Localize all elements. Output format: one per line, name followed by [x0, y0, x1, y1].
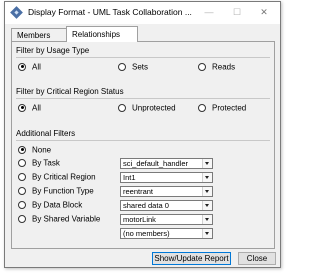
separator: [16, 98, 270, 99]
critical-protected-radio[interactable]: Protected: [198, 103, 246, 113]
window-title: Display Format - UML Task Collaboration …: [28, 7, 192, 17]
chevron-down-icon[interactable]: [202, 229, 212, 238]
close-window-button[interactable]: ✕: [254, 5, 274, 20]
relationships-panel: Filter by Usage Type All Sets Reads Filt…: [11, 41, 275, 249]
chevron-down-icon[interactable]: [202, 201, 212, 210]
filter-by-data-block-radio[interactable]: By Data Block: [18, 200, 82, 210]
show-update-report-button[interactable]: Show/Update Report: [152, 252, 231, 265]
filter-by-task-radio[interactable]: By Task: [18, 158, 60, 168]
title-bar[interactable]: Display Format - UML Task Collaboration …: [5, 2, 280, 24]
chevron-down-icon[interactable]: [202, 159, 212, 168]
usage-filter-label: Filter by Usage Type: [16, 46, 90, 55]
chevron-down-icon[interactable]: [202, 173, 212, 182]
usage-all-radio[interactable]: All: [18, 62, 41, 72]
additional-filters-label: Additional Filters: [16, 129, 76, 138]
critical-all-radio[interactable]: All: [18, 103, 41, 113]
usage-reads-radio[interactable]: Reads: [198, 62, 235, 72]
critical-filter-label: Filter by Critical Region Status: [16, 87, 124, 96]
filter-by-shared-variable-radio[interactable]: By Shared Variable: [18, 214, 100, 224]
chevron-down-icon[interactable]: [202, 187, 212, 196]
shared-variable-select[interactable]: motorLink: [120, 214, 213, 225]
chevron-down-icon[interactable]: [202, 215, 212, 224]
close-button[interactable]: Close: [238, 252, 276, 265]
app-icon: [10, 6, 23, 19]
filter-by-critical-region-radio[interactable]: By Critical Region: [18, 172, 96, 182]
members-select[interactable]: (no members): [120, 228, 213, 239]
tab-members[interactable]: Members: [11, 28, 67, 42]
separator: [16, 57, 270, 58]
critical-region-select[interactable]: Int1: [120, 172, 213, 183]
tab-relationships[interactable]: Relationships: [66, 26, 138, 42]
function-type-select[interactable]: reentrant: [120, 186, 213, 197]
filter-by-function-type-radio[interactable]: By Function Type: [18, 186, 94, 196]
critical-unprotected-radio[interactable]: Unprotected: [118, 103, 176, 113]
usage-sets-radio[interactable]: Sets: [118, 62, 148, 72]
dialog-window: Display Format - UML Task Collaboration …: [4, 1, 281, 268]
minimize-button[interactable]: —: [199, 5, 219, 20]
separator: [16, 140, 270, 141]
task-select[interactable]: sci_default_handler: [120, 158, 213, 169]
maximize-button[interactable]: ☐: [227, 5, 247, 20]
filter-none-radio[interactable]: None: [18, 145, 51, 155]
data-block-select[interactable]: shared data 0: [120, 200, 213, 211]
